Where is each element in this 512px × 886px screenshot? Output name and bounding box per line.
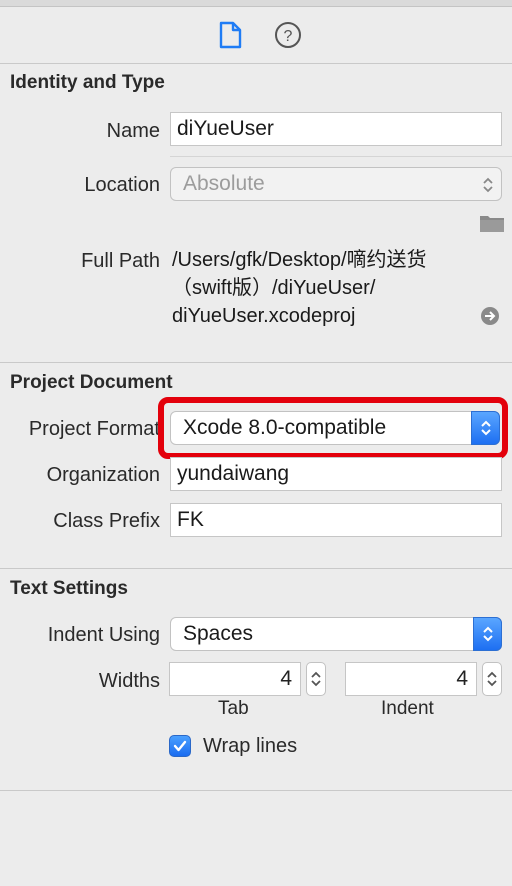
- updown-chevron-icon: [311, 671, 321, 687]
- location-popup[interactable]: Absolute: [170, 167, 502, 201]
- tab-caption: Tab: [218, 698, 249, 719]
- svg-text:?: ?: [284, 28, 293, 45]
- quick-help-icon[interactable]: ?: [274, 21, 302, 49]
- widths-label: Widths: [98, 670, 160, 692]
- project-format-label: Project Format: [28, 418, 160, 440]
- location-value: Absolute: [183, 172, 265, 195]
- divider: [0, 790, 512, 791]
- divider: [0, 362, 512, 363]
- top-edge: [0, 0, 512, 7]
- class-prefix-label: Class Prefix: [53, 510, 160, 532]
- divider: [0, 568, 512, 569]
- checkmark-icon: [173, 740, 187, 752]
- full-path-line: （swift版）/diYueUser/: [172, 277, 376, 299]
- popup-button: [473, 617, 502, 651]
- wrap-lines-checkbox[interactable]: [169, 735, 191, 757]
- tab-width-field[interactable]: 4: [169, 662, 301, 696]
- folder-icon[interactable]: [479, 213, 505, 233]
- divider: [0, 63, 512, 64]
- indent-using-label: Indent Using: [47, 624, 160, 646]
- indent-width-field[interactable]: 4: [345, 662, 477, 696]
- full-path-line: /Users/gfk/Desktop/嘀约送货: [172, 249, 427, 271]
- section-title-text-settings: Text Settings: [10, 578, 128, 599]
- file-inspector-icon[interactable]: [216, 21, 244, 49]
- reveal-arrow-icon[interactable]: [480, 306, 500, 326]
- updown-chevron-icon: [487, 671, 497, 687]
- section-title-project-document: Project Document: [10, 372, 173, 393]
- indent-using-popup[interactable]: Spaces: [170, 617, 502, 651]
- name-label: Name: [106, 120, 160, 142]
- full-path-label: Full Path: [81, 250, 160, 272]
- divider: [170, 156, 512, 157]
- indent-caption: Indent: [381, 698, 434, 719]
- wrap-lines-label[interactable]: Wrap lines: [203, 735, 297, 758]
- tab-width-stepper[interactable]: [306, 662, 326, 696]
- indent-using-value: Spaces: [183, 622, 254, 645]
- inspector-toolbar: ?: [0, 7, 512, 63]
- full-path-line: diYueUser.xcodeproj: [172, 305, 356, 327]
- red-highlight-box: [158, 397, 508, 459]
- class-prefix-field[interactable]: FK: [170, 503, 502, 537]
- location-label: Location: [84, 174, 160, 196]
- indent-width-stepper[interactable]: [482, 662, 502, 696]
- organization-field[interactable]: yundaiwang: [170, 457, 502, 491]
- updown-chevron-icon: [483, 626, 493, 642]
- full-path-value: /Users/gfk/Desktop/嘀约送货 （swift版）/diYueUs…: [172, 246, 482, 330]
- name-field[interactable]: diYueUser: [170, 112, 502, 146]
- organization-label: Organization: [46, 464, 160, 486]
- updown-chevron-icon: [483, 177, 493, 193]
- section-title-identity: Identity and Type: [10, 72, 165, 93]
